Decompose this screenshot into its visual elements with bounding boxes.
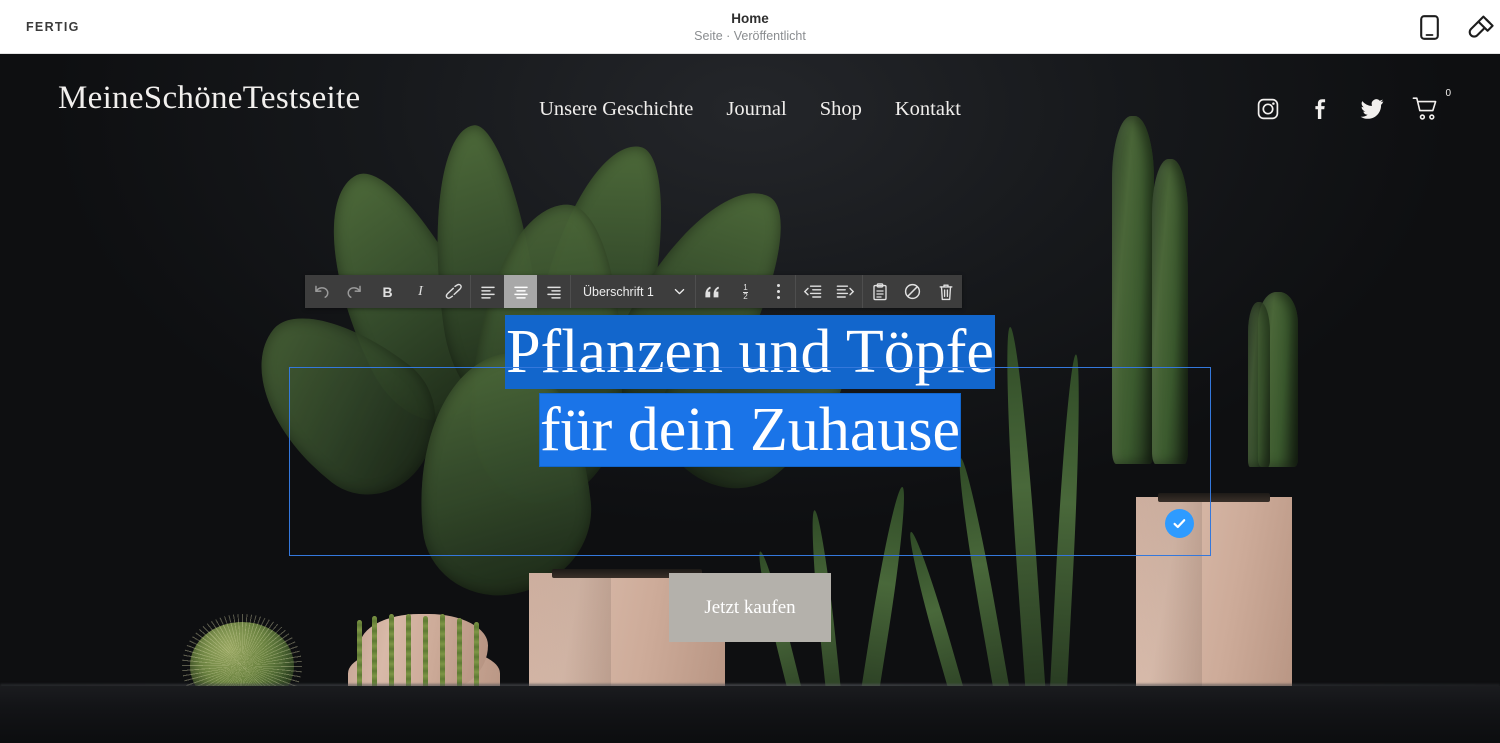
hero-heading-line-2[interactable]: für dein Zuhause (539, 394, 961, 466)
nav-item-unsere-geschichte[interactable]: Unsere Geschichte (539, 98, 693, 121)
chevron-down-icon (673, 285, 686, 298)
align-center-icon[interactable] (504, 275, 537, 308)
top-bar-right-tools (1414, 0, 1500, 54)
instagram-icon[interactable] (1256, 97, 1280, 121)
mobile-view-icon[interactable] (1414, 12, 1444, 42)
page-status: Seite · Veröffentlicht (694, 28, 806, 43)
align-right-icon[interactable] (537, 275, 570, 308)
align-left-icon[interactable] (471, 275, 504, 308)
hero-text-block[interactable]: Pflanzen und Töpfe für dein Zuhause (289, 313, 1211, 469)
indent-increase-icon[interactable] (829, 275, 862, 308)
page-title[interactable]: Home (731, 10, 769, 27)
indent-decrease-icon[interactable] (796, 275, 829, 308)
italic-button[interactable]: I (404, 275, 437, 308)
facebook-icon[interactable] (1308, 97, 1332, 121)
delete-trash-icon[interactable] (929, 275, 962, 308)
link-icon[interactable] (437, 275, 470, 308)
numbered-list-icon[interactable]: 1 2 (729, 275, 762, 308)
bold-button[interactable]: B (371, 275, 404, 308)
numbered-list-denominator: 2 (743, 291, 748, 301)
redo-icon[interactable] (338, 275, 371, 308)
hero-heading-line-1[interactable]: Pflanzen und Töpfe (506, 316, 994, 388)
cart-icon[interactable]: 0 (1412, 88, 1451, 121)
done-button[interactable]: FERTIG (20, 0, 86, 54)
site-preview-canvas[interactable]: MeineSchöneTestseite Unsere Geschichte J… (0, 54, 1500, 743)
text-style-select[interactable]: Überschrift 1 (571, 275, 695, 308)
hero-heading[interactable]: Pflanzen und Töpfe für dein Zuhause (289, 313, 1211, 469)
paste-clipboard-icon[interactable] (863, 275, 896, 308)
twitter-icon[interactable] (1360, 97, 1384, 121)
rich-text-toolbar: B I Überschrift 1 1 2 (305, 275, 962, 308)
site-header: MeineSchöneTestseite Unsere Geschichte J… (0, 54, 1500, 164)
text-style-value: Überschrift 1 (583, 284, 654, 299)
cart-count-badge: 0 (1445, 88, 1451, 99)
site-styles-brush-icon[interactable] (1466, 12, 1496, 42)
undo-icon[interactable] (305, 275, 338, 308)
section-selected-check-icon[interactable] (1165, 509, 1194, 538)
nav-item-shop[interactable]: Shop (820, 98, 862, 121)
hero-cta-button[interactable]: Jetzt kaufen (669, 573, 831, 642)
site-social-links: 0 (1256, 54, 1451, 164)
blockquote-icon[interactable] (696, 275, 729, 308)
editor-top-bar: FERTIG Home Seite · Veröffentlicht (0, 0, 1500, 54)
nav-item-kontakt[interactable]: Kontakt (895, 98, 961, 121)
clear-formatting-icon[interactable] (896, 275, 929, 308)
page-meta: Home Seite · Veröffentlicht (0, 0, 1500, 54)
nav-item-journal[interactable]: Journal (726, 98, 786, 121)
bulleted-list-icon[interactable] (762, 275, 795, 308)
